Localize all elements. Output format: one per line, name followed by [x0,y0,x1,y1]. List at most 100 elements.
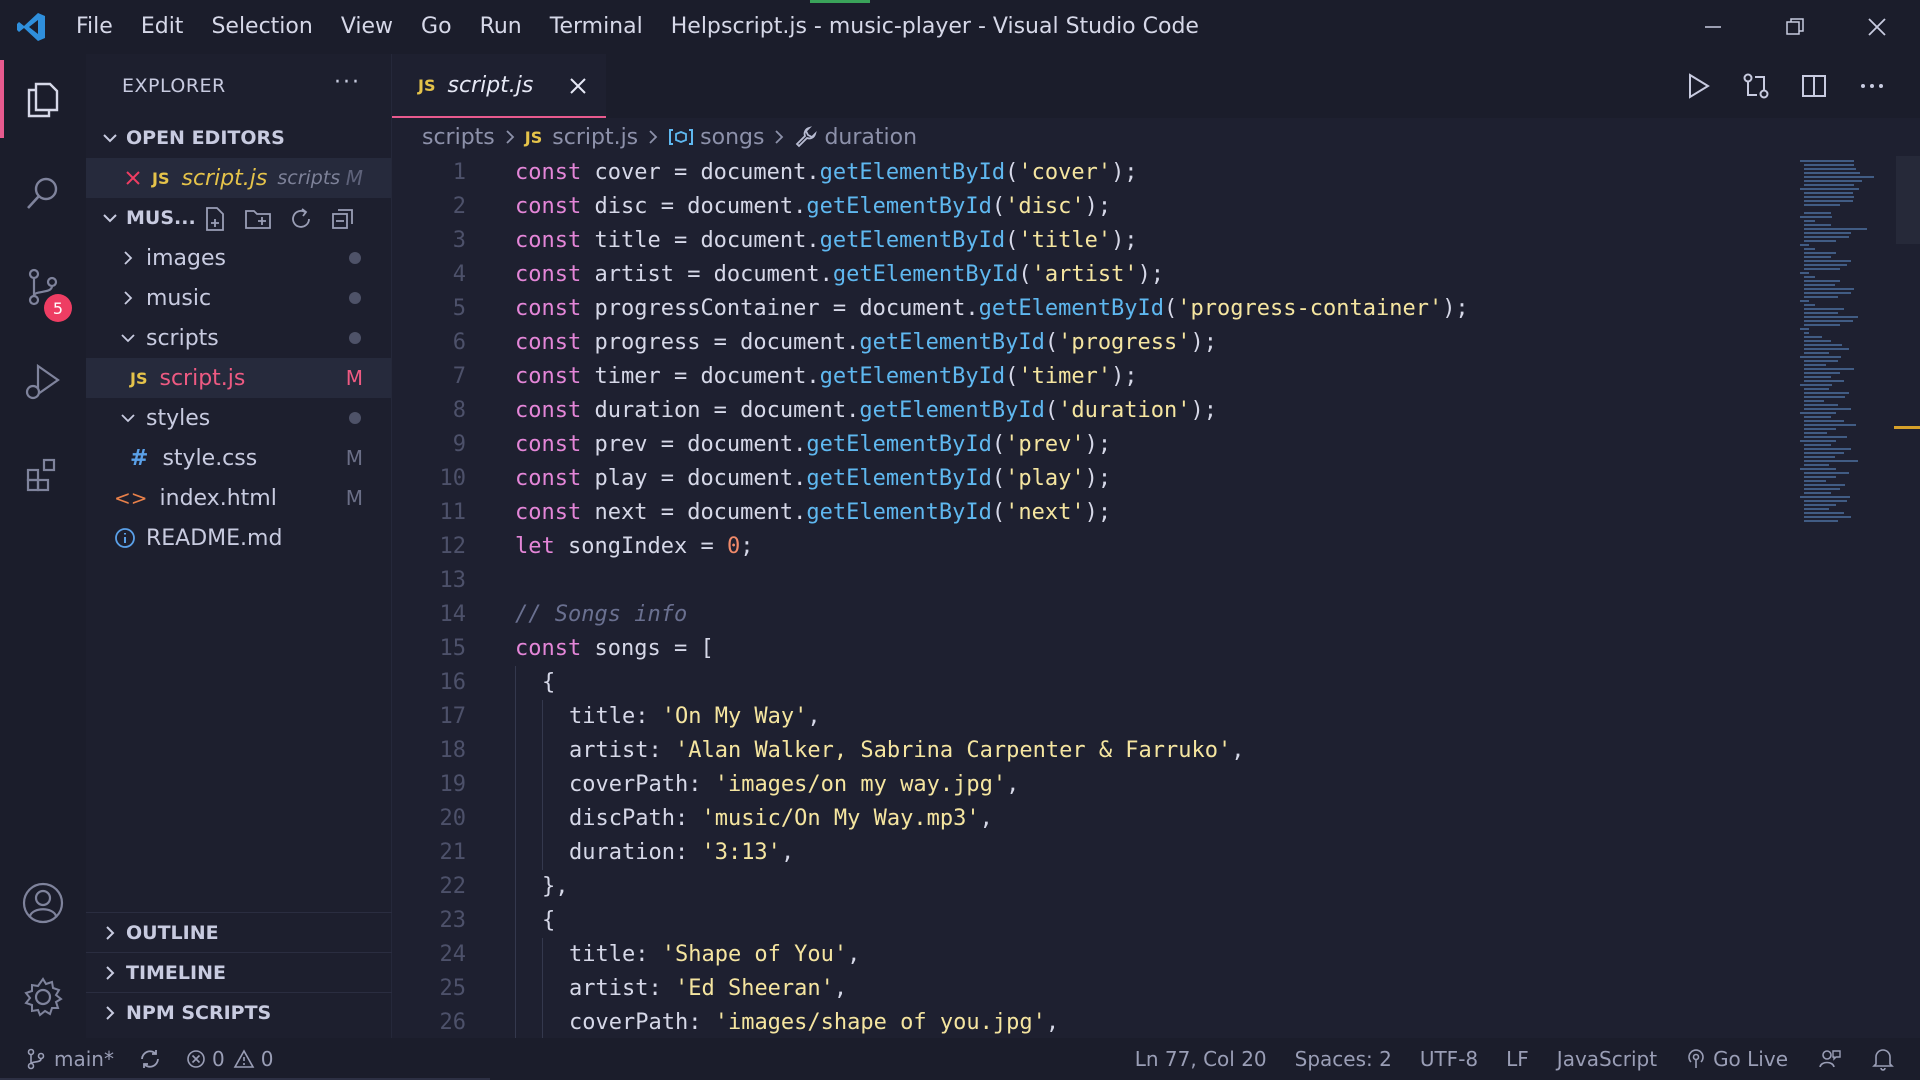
minimap-line [1804,176,1875,178]
code-line[interactable]: 25 artist: 'Ed Sheeran', [392,972,1792,1006]
status-branch[interactable]: main* [0,1038,126,1080]
minimap[interactable] [1792,156,1920,1038]
new-file-icon[interactable] [202,206,228,232]
code-line[interactable]: 10 const play = document.getElementById('… [392,462,1792,496]
tree-item-scripts[interactable]: scripts [86,318,391,358]
code-line[interactable]: 18 artist: 'Alan Walker, Sabrina Carpente… [392,734,1792,768]
breadcrumb-symbol-songs[interactable]: songs [700,125,764,150]
code-line[interactable]: 1 const cover = document.getElementById('… [392,156,1792,190]
activity-source-control[interactable]: 5 [0,242,86,332]
code-line[interactable]: 8 const duration = document.getElementByI… [392,394,1792,428]
close-window-button[interactable] [1836,0,1918,54]
code-token: const [515,330,582,355]
status-notifications[interactable] [1858,1038,1920,1080]
code-line[interactable]: 19 coverPath: 'images/on my way.jpg', [392,768,1792,802]
more-actions-button[interactable]: ··· [334,70,361,95]
status-indentation[interactable]: Spaces: 2 [1281,1038,1406,1080]
code-line[interactable]: 15 const songs = [ [392,632,1792,666]
tree-item-music[interactable]: music [86,278,391,318]
status-sync[interactable] [126,1038,174,1080]
collapse-all-icon[interactable] [330,206,356,232]
menu-help[interactable]: Help [657,0,735,54]
activity-run-debug[interactable] [0,336,86,426]
status-go-live[interactable]: Go Live [1671,1038,1802,1080]
code-line[interactable]: 6 const progress = document.getElementByI… [392,326,1792,360]
tree-item-index-html[interactable]: <> index.html M [86,478,391,518]
status-language[interactable]: JavaScript [1543,1038,1671,1080]
tree-item-images[interactable]: images [86,238,391,278]
code-line[interactable]: 7 const timer = document.getElementById('… [392,360,1792,394]
code-line[interactable]: 16 { [392,666,1792,700]
activity-explorer[interactable] [0,54,86,144]
code-line[interactable]: 5 const progressContainer = document.getE… [392,292,1792,326]
activity-extensions[interactable] [0,430,86,520]
code-line[interactable]: 11 const next = document.getElementById('… [392,496,1792,530]
activity-bar: 5 [0,54,86,1038]
menu-go[interactable]: Go [407,0,466,54]
open-editor-item[interactable]: JS script.js scripts M [86,158,391,198]
chevron-right-icon [106,925,115,940]
code-line[interactable]: 23 { [392,904,1792,938]
minimap-line [1800,216,1833,218]
npm-scripts-section[interactable]: NPM SCRIPTS [86,992,392,1032]
menu-edit[interactable]: Edit [127,0,198,54]
scrollbar-thumb[interactable] [1896,156,1920,244]
tab-close-button[interactable] [562,70,594,102]
tree-item-styles[interactable]: styles [86,398,391,438]
tree-item-label: scripts [146,325,219,351]
new-folder-icon[interactable] [244,206,272,232]
code-editor[interactable]: 1 const cover = document.getElementById('… [392,156,1792,1038]
minimap-line [1804,364,1826,366]
breadcrumb-folder[interactable]: scripts [422,125,495,150]
activity-search[interactable] [0,148,86,238]
run-file-button[interactable] [1676,64,1720,108]
code-line[interactable]: 3 const title = document.getElementById('… [392,224,1792,258]
refresh-icon[interactable] [288,206,314,232]
code-line[interactable]: 22}, [392,870,1792,904]
code-line[interactable]: 14 // Songs info [392,598,1792,632]
code-line[interactable]: 4 const artist = document.getElementById(… [392,258,1792,292]
tree-item-style-css[interactable]: # style.css M [86,438,391,478]
menu-file[interactable]: File [62,0,127,54]
code-token: const [515,636,582,661]
restore-button[interactable] [1754,0,1836,54]
breadcrumb-symbol-duration[interactable]: duration [824,125,917,150]
tree-item-script-js[interactable]: JS script.js M [86,358,391,398]
code-line[interactable]: 17 title: 'On My Way', [392,700,1792,734]
code-line[interactable]: 12 let songIndex = 0; [392,530,1792,564]
minimap-line [1804,416,1831,418]
tab-script-js[interactable]: JS script.js [392,54,606,118]
outline-section[interactable]: OUTLINE [86,912,392,952]
code-line[interactable]: 20 discPath: 'music/On My Way.mp3', [392,802,1792,836]
code-line[interactable]: 21 duration: '3:13', [392,836,1792,870]
status-eol[interactable]: LF [1492,1038,1543,1080]
code-line[interactable]: 2 const disc = document.getElementById('d… [392,190,1792,224]
status-cursor-position[interactable]: Ln 77, Col 20 [1121,1038,1281,1080]
status-problems[interactable]: 0 0 [174,1038,285,1080]
workspace-section[interactable]: MUS... [86,198,391,238]
menu-terminal[interactable]: Terminal [536,0,657,54]
code-line[interactable]: 24 title: 'Shape of You', [392,938,1792,972]
close-editor-icon[interactable] [124,169,142,187]
open-editors-section[interactable]: OPEN EDITORS [86,118,391,158]
code-token: timer = document. [581,364,820,389]
code-line[interactable]: 26 coverPath: 'images/shape of you.jpg', [392,1006,1792,1038]
code-line[interactable]: 9 const prev = document.getElementById('p… [392,428,1792,462]
status-encoding[interactable]: UTF-8 [1406,1038,1492,1080]
editor-more-button[interactable] [1850,64,1894,108]
menu-run[interactable]: Run [466,0,536,54]
compare-changes-button[interactable] [1734,64,1778,108]
activity-account[interactable] [0,858,86,948]
split-editor-button[interactable] [1792,64,1836,108]
code-line[interactable]: 13 [392,564,1792,598]
status-feedback[interactable] [1802,1038,1858,1080]
menu-selection[interactable]: Selection [197,0,326,54]
code-token: 'duration' [1058,398,1191,423]
menu-view[interactable]: View [327,0,407,54]
minimize-button[interactable] [1672,0,1754,54]
breadcrumb-file[interactable]: script.js [552,125,638,150]
code-text: const next = document.getElementById('ne… [515,496,1111,530]
timeline-section[interactable]: TIMELINE [86,952,392,992]
tree-item-readme-md[interactable]: README.md [86,518,391,558]
activity-settings[interactable] [0,952,86,1042]
